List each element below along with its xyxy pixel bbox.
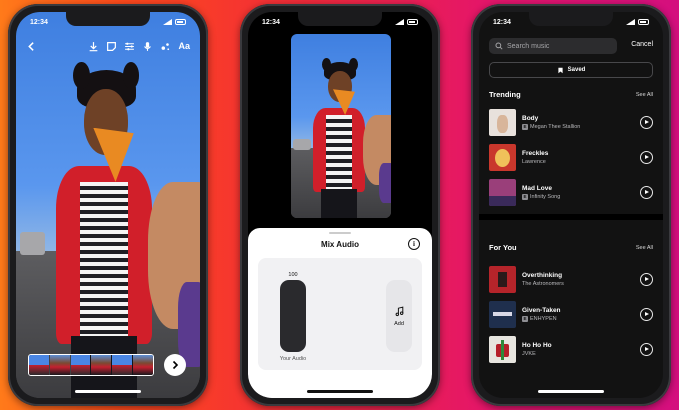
play-icon[interactable] xyxy=(640,185,653,199)
explicit-icon: E xyxy=(522,123,528,130)
notch xyxy=(298,12,382,26)
song-title: Mad Love xyxy=(522,184,552,192)
play-icon[interactable] xyxy=(640,342,653,356)
song-row[interactable]: Body E Megan Thee Stallion xyxy=(489,108,653,136)
phone-mix-audio: 12:34 Mix Audio i 100 Your Audio Add xyxy=(240,4,440,406)
audio-tracks: 100 Your Audio Add xyxy=(258,258,422,370)
play-icon[interactable] xyxy=(640,272,653,286)
battery-icon xyxy=(638,19,649,25)
album-art xyxy=(489,108,516,136)
status-time: 12:34 xyxy=(262,18,280,26)
download-icon[interactable] xyxy=(88,41,99,52)
sticker-icon[interactable] xyxy=(106,41,117,52)
phone-music-picker: 12:34 Search music Cancel Saved Trending… xyxy=(471,4,671,406)
status-time: 12:34 xyxy=(30,18,48,26)
notch xyxy=(66,12,150,26)
see-all-link[interactable]: See All xyxy=(636,92,653,98)
explicit-icon: E xyxy=(522,193,528,200)
song-artist: JVKE xyxy=(522,350,536,357)
bookmark-icon xyxy=(558,67,563,73)
signal-icon xyxy=(395,19,404,25)
album-art xyxy=(489,335,516,363)
see-all-link[interactable]: See All xyxy=(636,245,653,251)
song-row[interactable]: Freckles Lawrence xyxy=(489,143,653,171)
sheet-title: Mix Audio xyxy=(321,240,359,249)
microphone-icon[interactable] xyxy=(142,41,153,52)
status-time: 12:34 xyxy=(493,18,511,26)
song-row[interactable]: Ho Ho Ho JVKE xyxy=(489,335,653,363)
chevron-left-icon[interactable] xyxy=(26,41,37,52)
clip-timeline[interactable] xyxy=(28,354,154,376)
screen: 12:34 Search music Cancel Saved Trending… xyxy=(479,12,663,398)
home-indicator xyxy=(307,390,373,393)
section-divider xyxy=(479,214,663,220)
add-music-button[interactable]: Add xyxy=(386,280,412,352)
album-art xyxy=(489,143,516,171)
phone-story-editor: 12:34 Aa xyxy=(8,4,208,406)
your-audio-volume-slider[interactable] xyxy=(280,280,306,352)
song-title: Given-Taken xyxy=(522,306,561,314)
song-title: Ho Ho Ho xyxy=(522,341,552,349)
home-indicator xyxy=(75,390,141,393)
song-row[interactable]: Mad Love E Infinity Song xyxy=(489,178,653,206)
screen: 12:34 Aa xyxy=(16,12,200,398)
song-title: Freckles xyxy=(522,149,549,157)
search-placeholder: Search music xyxy=(507,42,550,50)
editor-toolbar: Aa xyxy=(16,36,200,56)
song-row[interactable]: Overthinking The Astronomers xyxy=(489,265,653,293)
next-button[interactable] xyxy=(164,354,186,376)
saved-button[interactable]: Saved xyxy=(489,62,653,78)
song-artist: The Astronomers xyxy=(522,280,564,287)
your-audio-label: Your Audio xyxy=(279,356,307,362)
music-search-input[interactable]: Search music xyxy=(489,38,617,54)
song-title: Body xyxy=(522,114,539,122)
sheet-handle[interactable] xyxy=(329,232,351,234)
effects-icon[interactable] xyxy=(160,41,171,52)
story-photo[interactable] xyxy=(16,12,200,398)
album-art xyxy=(489,265,516,293)
home-indicator xyxy=(538,390,604,393)
chevron-right-icon xyxy=(172,360,179,370)
screen: 12:34 Mix Audio i 100 Your Audio Add xyxy=(248,12,432,398)
info-icon[interactable]: i xyxy=(408,238,420,250)
saved-label: Saved xyxy=(567,67,586,73)
play-icon[interactable] xyxy=(640,115,653,129)
mix-audio-sheet: Mix Audio i 100 Your Audio Add xyxy=(248,228,432,398)
for-you-header: For You See All xyxy=(489,243,653,252)
search-icon xyxy=(495,42,503,50)
battery-icon xyxy=(175,19,186,25)
play-icon[interactable] xyxy=(640,307,653,321)
battery-icon xyxy=(407,19,418,25)
signal-icon xyxy=(626,19,635,25)
text-tool-button[interactable]: Aa xyxy=(178,41,190,51)
song-row[interactable]: Given-Taken E ENHYPEN xyxy=(489,300,653,328)
song-artist: Infinity Song xyxy=(530,193,561,200)
song-artist: Megan Thee Stallion xyxy=(530,123,581,130)
explicit-icon: E xyxy=(522,315,528,322)
album-art xyxy=(489,178,516,206)
signal-icon xyxy=(163,19,172,25)
song-artist: ENHYPEN xyxy=(530,315,557,322)
song-title: Overthinking xyxy=(522,271,563,279)
album-art xyxy=(489,300,516,328)
story-preview xyxy=(291,34,391,218)
section-title: Trending xyxy=(489,90,521,99)
music-note-icon xyxy=(394,305,405,317)
section-title: For You xyxy=(489,243,517,252)
notch xyxy=(529,12,613,26)
trending-header: Trending See All xyxy=(489,90,653,99)
sliders-icon[interactable] xyxy=(124,41,135,52)
song-artist: Lawrence xyxy=(522,158,546,165)
your-audio-volume: 100 xyxy=(288,272,298,278)
cancel-button[interactable]: Cancel xyxy=(631,41,653,48)
add-label: Add xyxy=(394,320,404,327)
play-icon[interactable] xyxy=(640,150,653,164)
